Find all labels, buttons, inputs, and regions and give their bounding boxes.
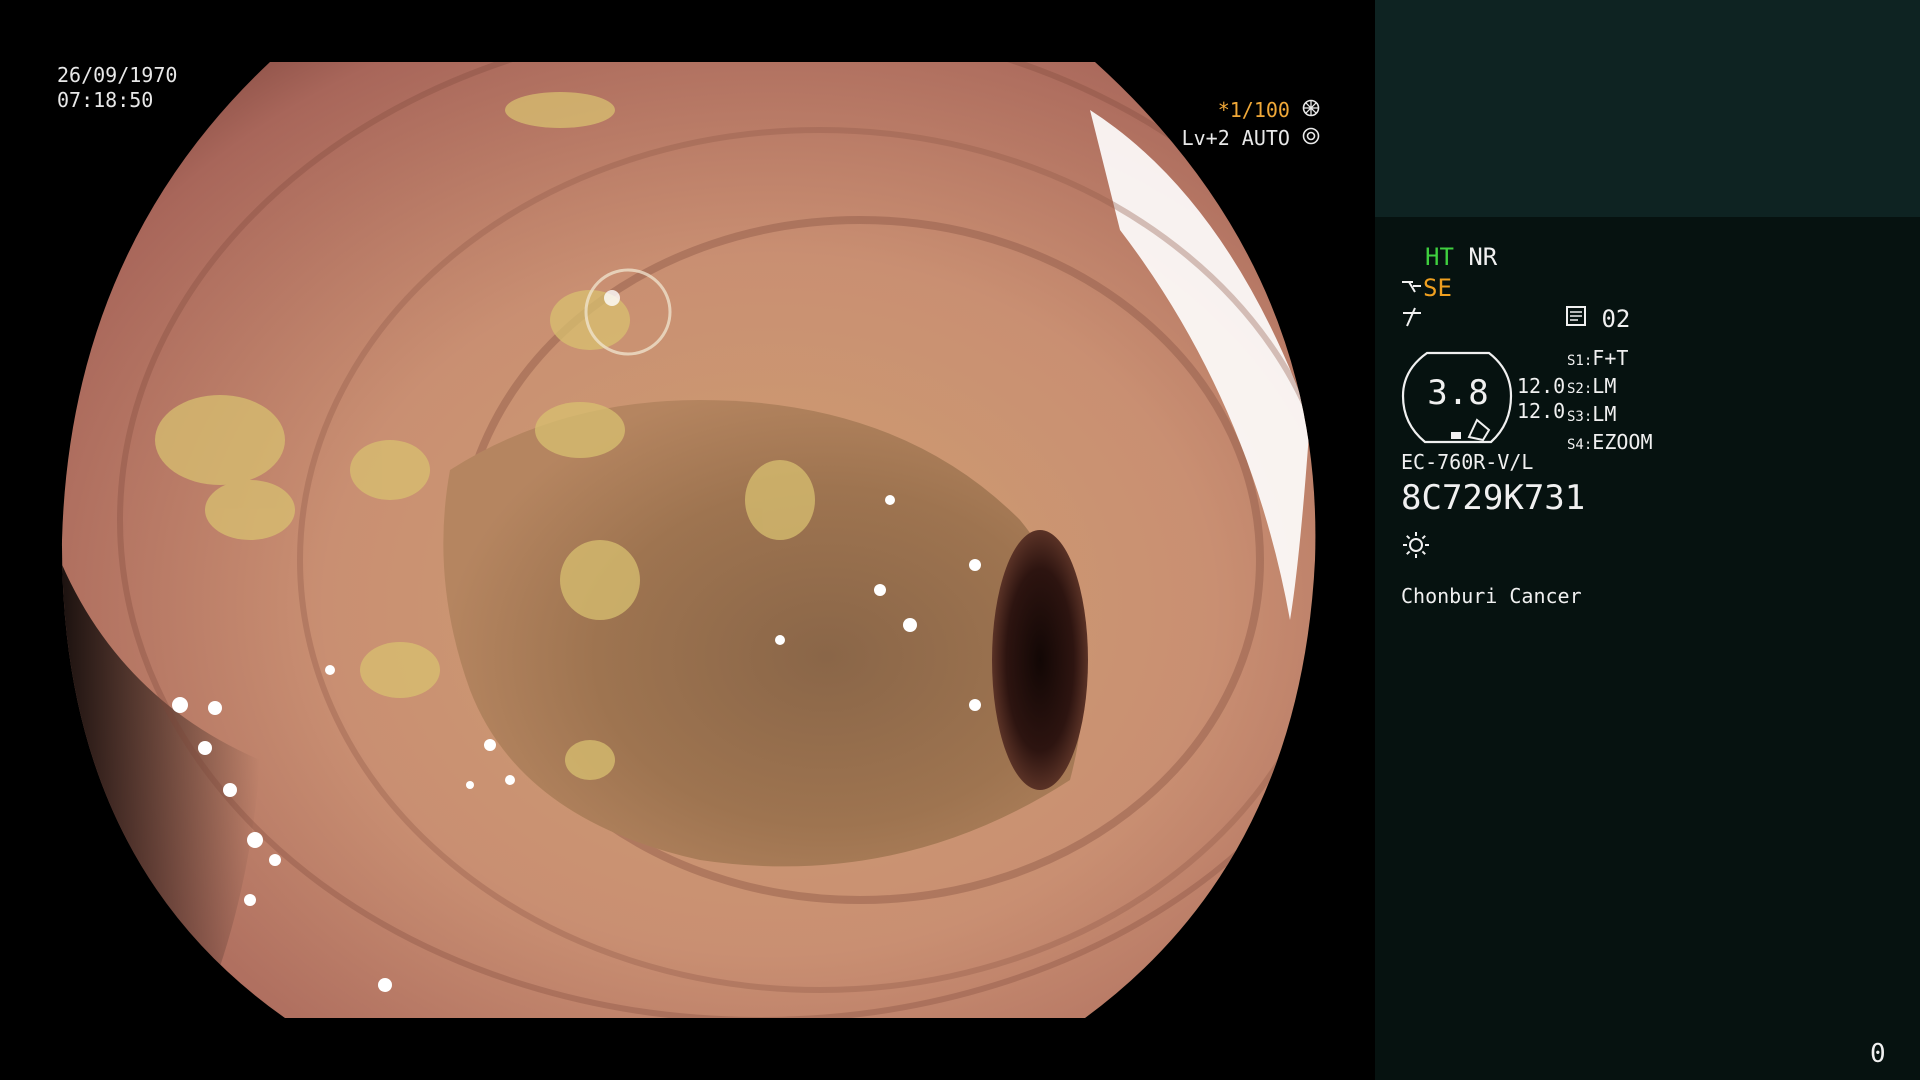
endoscopy-image (61, 62, 1316, 1018)
endoscope-viewer: 26/09/1970 07:18:50 *1/100 Lv+2 AUTO (0, 0, 1375, 1080)
zoom-indicator: 3.8 (1399, 350, 1517, 445)
iris-mode: Lv+2 AUTO (1181, 126, 1290, 150)
se-label: SE (1423, 274, 1452, 302)
switch-key: S4: (1567, 437, 1593, 453)
switch-value: LM (1592, 374, 1617, 398)
switch-value: F+T (1592, 346, 1629, 370)
shutter-speed: *1/100 (1217, 98, 1290, 122)
info-panel-header (1375, 0, 1920, 217)
switch-value: EZOOM (1592, 430, 1653, 454)
switch-value: LM (1592, 402, 1617, 426)
shutter-readout: *1/100 (1218, 98, 1320, 123)
zoom-value: 3.8 (1427, 373, 1489, 413)
enhancement-icon (1401, 305, 1423, 333)
institution-name: Chonburi Cancer (1401, 584, 1582, 608)
ht-nr-status: HT NR (1425, 243, 1497, 271)
nr-label: NR (1468, 243, 1498, 271)
exam-date: 26/09/1970 (57, 63, 178, 87)
switch-key: S3: (1567, 409, 1593, 425)
iris-readout: Lv+2 AUTO (1182, 126, 1320, 151)
aperture-icon (1302, 98, 1320, 123)
memo-number: 02 (1601, 305, 1631, 333)
switch-key: S2: (1567, 381, 1593, 397)
scale-bottom: 12.0 (1517, 399, 1566, 423)
light-sun-icon (1401, 530, 1431, 566)
memo-indicator: 02 (1565, 305, 1630, 333)
light-indicator (1401, 530, 1431, 566)
iris-icon (1302, 126, 1320, 151)
ht-label: HT (1425, 243, 1454, 271)
enhancement-indicator (1401, 305, 1423, 333)
switch-row: S2:LM (1567, 374, 1653, 402)
switch-row: S3:LM (1567, 402, 1653, 430)
scope-serial: 8C729K731 (1401, 478, 1586, 518)
switch-row: S4:EZOOM (1567, 430, 1653, 458)
scope-tip-icon (1401, 274, 1423, 302)
frame-counter: 0 (1870, 1039, 1886, 1069)
memo-icon (1565, 305, 1587, 333)
scale-top: 12.0 (1517, 374, 1566, 398)
info-panel: HT NR SE 02 3.8 12.0 12.0 S1:F+T S2:LM S… (1375, 0, 1920, 1080)
switch-key: S1: (1567, 353, 1593, 369)
switch-row: S1:F+T (1567, 346, 1653, 374)
se-status: SE (1401, 274, 1452, 302)
exam-time: 07:18:50 (57, 88, 154, 112)
switch-list: S1:F+T S2:LM S3:LM S4:EZOOM (1567, 346, 1653, 458)
scope-model: EC-760R-V/L (1401, 450, 1534, 474)
